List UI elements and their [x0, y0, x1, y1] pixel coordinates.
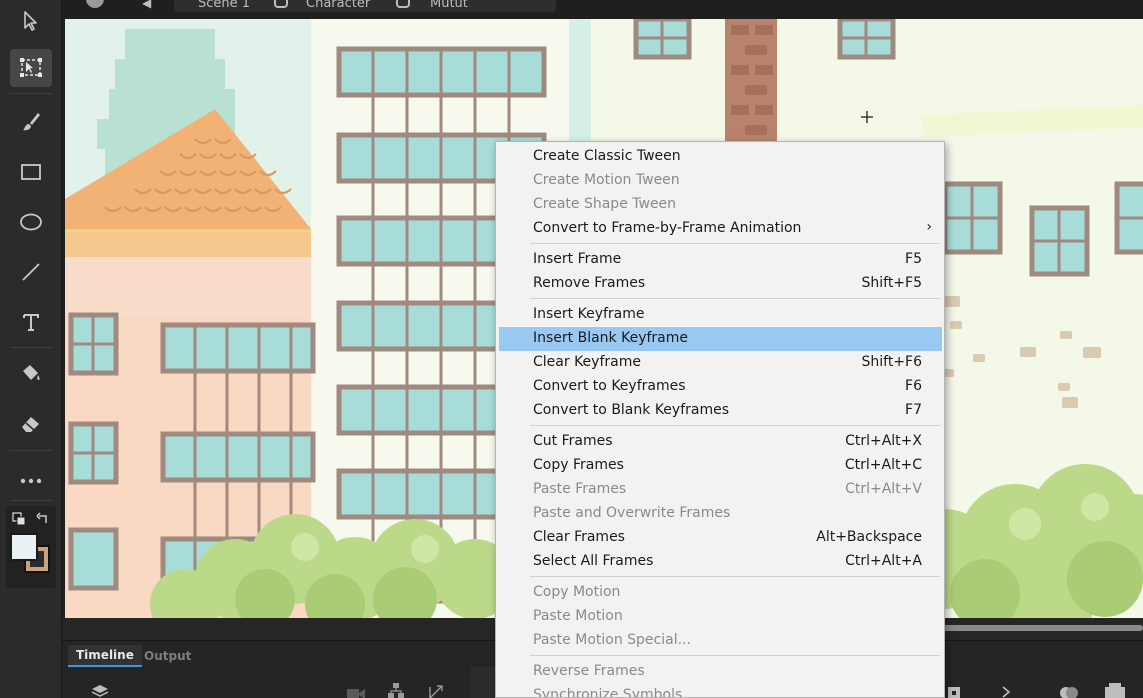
menu-separator	[530, 298, 940, 299]
frame-strip-edge	[471, 667, 497, 698]
menu-separator	[530, 243, 940, 244]
breadcrumb-mutut[interactable]: Mutut	[430, 0, 468, 12]
menu-item-remove-frames[interactable]: Remove Frames Shift+F5	[499, 272, 942, 296]
free-transform-icon	[20, 58, 42, 77]
camera-icon[interactable]	[346, 687, 366, 698]
menu-item-clear-keyframe[interactable]: Clear Keyframe Shift+F6	[499, 351, 942, 375]
horizontal-scrollbar[interactable]	[940, 625, 1143, 631]
menu-separator	[530, 576, 940, 577]
menu-item-select-all-frames[interactable]: Select All Frames Ctrl+Alt+A	[499, 550, 942, 574]
menu-item-convert-to-keyframes[interactable]: Convert to Keyframes F6	[499, 375, 942, 399]
menu-item-clear-frames[interactable]: Clear Frames Alt+Backspace	[499, 526, 942, 550]
eraser-icon	[22, 417, 39, 432]
fill-color-swatch[interactable]	[10, 533, 38, 561]
tab-output[interactable]: Output	[136, 645, 199, 667]
toolbar-divider	[10, 450, 52, 451]
menu-item-create-motion-tween: Create Motion Tween	[533, 172, 680, 188]
swap-colors-icon[interactable]	[36, 512, 50, 526]
edit-bar: ◀ Scene 1 Character Mutut	[62, 0, 1143, 19]
menu-item-paste-frames: Paste Frames Ctrl+Alt+V	[533, 481, 922, 497]
paint-bucket-tool[interactable]	[10, 355, 52, 393]
menu-item-copy-frames[interactable]: Copy Frames Ctrl+Alt+C	[499, 454, 942, 478]
more-tools[interactable]	[10, 462, 52, 500]
parenting-icon[interactable]	[388, 683, 404, 698]
brush-icon	[23, 113, 40, 131]
text-tool[interactable]	[10, 303, 52, 341]
paint-bucket-icon	[23, 365, 40, 380]
oval-tool[interactable]	[10, 203, 52, 241]
eraser-tool[interactable]	[10, 405, 52, 443]
menu-separator	[530, 655, 940, 656]
free-transform-tool[interactable]	[10, 49, 52, 87]
back-arrow-icon[interactable]: ◀	[142, 0, 151, 10]
menu-item-synchronize-symbols: Synchronize Symbols	[533, 687, 683, 698]
layers-icon[interactable]	[90, 683, 110, 698]
default-colors-icon[interactable]	[12, 512, 26, 526]
menu-item-convert-to-blank-keyframes[interactable]: Convert to Blank Keyframes F7	[499, 399, 942, 423]
line-tool[interactable]	[10, 253, 52, 291]
symbol-icon	[396, 0, 410, 8]
submenu-arrow-icon: ›	[926, 219, 932, 235]
menu-item-convert-frame-by-frame[interactable]: Convert to Frame-by-Frame Animation ›	[499, 217, 942, 241]
menu-separator	[530, 425, 940, 426]
edit-multiple-frames-icon[interactable]	[1104, 683, 1126, 698]
menu-item-paste-overwrite-frames: Paste and Overwrite Frames	[533, 505, 731, 521]
brush-tool[interactable]	[10, 103, 52, 141]
toolbar-divider	[10, 347, 52, 348]
tab-timeline[interactable]: Timeline	[68, 645, 142, 667]
toolbar-divider	[10, 93, 52, 94]
menu-item-paste-motion: Paste Motion	[533, 608, 623, 624]
menu-item-insert-blank-keyframe[interactable]: Insert Blank Keyframe	[499, 327, 942, 351]
toolbar-divider	[10, 500, 52, 501]
onion-skin-icon[interactable]	[1058, 685, 1080, 698]
menu-item-reverse-frames: Reverse Frames	[533, 663, 645, 679]
arrow-icon	[24, 11, 37, 31]
rectangle-icon	[21, 164, 41, 180]
menu-item-copy-motion: Copy Motion	[533, 584, 621, 600]
text-icon	[23, 314, 39, 331]
menu-item-create-classic-tween[interactable]: Create Classic Tween	[499, 145, 942, 169]
animate-window: ◀ Scene 1 Character Mutut Timeline Outpu…	[0, 0, 1143, 698]
rectangle-tool[interactable]	[10, 153, 52, 191]
ellipsis-icon	[20, 478, 42, 484]
menu-item-insert-frame[interactable]: Insert Frame F5	[499, 248, 942, 272]
oval-icon	[20, 213, 42, 231]
menu-item-cut-frames[interactable]: Cut Frames Ctrl+Alt+X	[499, 430, 942, 454]
symbol-icon	[274, 0, 288, 8]
line-icon	[22, 263, 40, 281]
menu-item-paste-motion-special: Paste Motion Special...	[533, 632, 691, 648]
breadcrumb-character[interactable]: Character	[306, 0, 370, 12]
scene-icon	[86, 0, 104, 8]
layer-depth-icon[interactable]	[428, 685, 444, 698]
context-menu: Create Classic Tween Create Motion Tween…	[495, 141, 945, 698]
selection-tool[interactable]	[10, 2, 52, 40]
next-frame-icon[interactable]	[1000, 685, 1012, 698]
breadcrumb-scene[interactable]: Scene 1	[198, 0, 250, 12]
tools-panel	[0, 0, 62, 698]
keyframe-icon[interactable]	[946, 685, 962, 698]
menu-item-insert-keyframe[interactable]: Insert Keyframe	[499, 303, 942, 327]
menu-item-create-shape-tween: Create Shape Tween	[533, 196, 677, 212]
